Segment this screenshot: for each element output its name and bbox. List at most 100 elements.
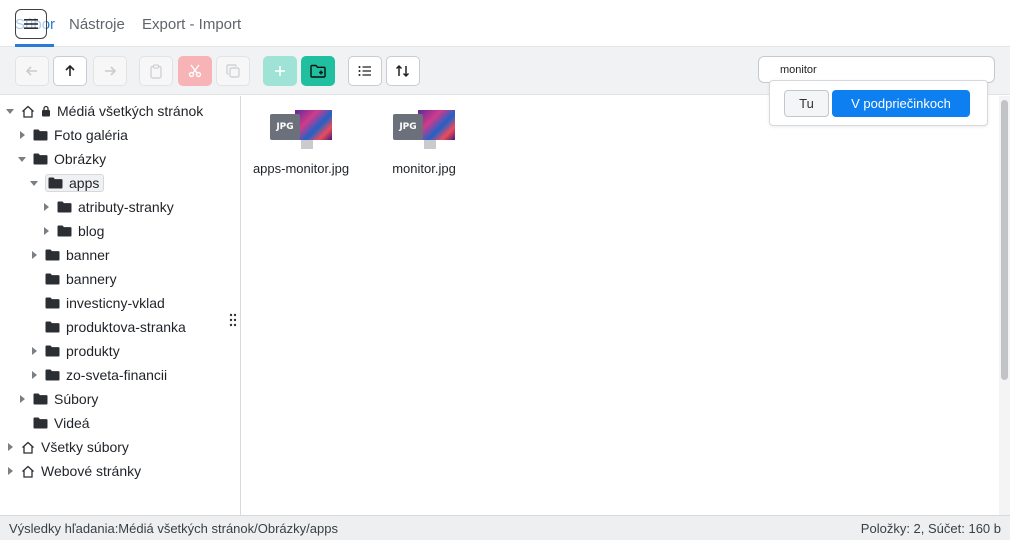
plus-icon	[275, 66, 285, 76]
monitor-image	[418, 110, 455, 140]
tree-item-content[interactable]: Obrázky	[33, 151, 106, 167]
tree-item[interactable]: Médiá všetkých stránok	[5, 100, 203, 122]
folder-tree: Médiá všetkých stránok Foto galéria Obrázk…	[0, 96, 240, 515]
lock-icon	[41, 105, 51, 117]
sort-button[interactable]	[386, 56, 420, 86]
caret-down-icon[interactable]	[5, 106, 15, 116]
monitor-image	[295, 110, 332, 140]
new-file-button[interactable]	[263, 56, 297, 86]
tree-item-label: Obrázky	[54, 151, 107, 167]
caret-right-icon[interactable]	[29, 250, 39, 260]
tree-item-content[interactable]: Foto galéria	[33, 127, 128, 143]
tree-item-content[interactable]: atributy-stranky	[57, 199, 174, 215]
file-item[interactable]: JPG apps-monitor.jpg	[246, 109, 356, 176]
caret-spacer	[17, 418, 27, 428]
tab-export-import[interactable]: Export - Import	[142, 16, 241, 33]
tree-item[interactable]: produkty	[29, 340, 120, 362]
tree-item[interactable]: investicny-vklad	[29, 292, 165, 314]
tree-item-content[interactable]: Médiá všetkých stránok	[21, 103, 203, 119]
arrow-up-icon	[65, 64, 75, 76]
tree-item[interactable]: blog	[41, 220, 104, 242]
home-icon	[21, 465, 35, 478]
tree-item[interactable]: Webové stránky	[5, 460, 141, 482]
tree-item-content[interactable]: produkty	[45, 343, 120, 359]
folder-icon	[33, 417, 48, 429]
tree-item[interactable]: Foto galéria	[17, 124, 128, 146]
folder-icon	[45, 273, 60, 285]
forward-button[interactable]	[93, 56, 127, 86]
tab-nastroje[interactable]: Nástroje	[69, 16, 125, 33]
caret-right-icon[interactable]	[29, 370, 39, 380]
tree-item-content[interactable]: produktova-stranka	[45, 319, 186, 335]
cut-button[interactable]	[178, 56, 212, 86]
folder-icon	[33, 393, 48, 405]
caret-right-icon[interactable]	[17, 394, 27, 404]
tree-item-label: Webové stránky	[41, 463, 142, 479]
tree-item-selected[interactable]: apps	[45, 174, 105, 192]
caret-spacer	[29, 298, 39, 308]
tree-item-content[interactable]: bannery	[45, 271, 117, 287]
tree-item-content[interactable]: blog	[57, 223, 104, 239]
tree-item[interactable]: Všetky súbory	[5, 436, 129, 458]
tree-item-label: zo-sveta-financii	[66, 367, 168, 383]
home-icon	[21, 441, 35, 454]
tree-item[interactable]: bannery	[29, 268, 117, 290]
tree-item-content[interactable]: zo-sveta-financii	[45, 367, 167, 383]
tree-item-label: produkty	[66, 343, 120, 359]
tree-item[interactable]: Videá	[17, 412, 90, 434]
tree-item-label: atributy-stranky	[78, 199, 174, 215]
tree-item-content[interactable]: Webové stránky	[21, 463, 141, 479]
folder-icon	[33, 129, 48, 141]
caret-right-icon[interactable]	[5, 442, 15, 452]
tree-item-label: produktova-stranka	[66, 319, 186, 335]
tree-item[interactable]: atributy-stranky	[41, 196, 174, 218]
folder-icon	[57, 225, 72, 237]
new-folder-button[interactable]	[301, 56, 335, 86]
drag-handle-icon[interactable]	[229, 313, 237, 327]
caret-right-icon[interactable]	[41, 202, 51, 212]
scrollbar-thumb[interactable]	[1001, 100, 1008, 380]
caret-right-icon[interactable]	[41, 226, 51, 236]
tree-item-label: apps	[69, 175, 100, 191]
tree-item-label: Súbory	[54, 391, 99, 407]
caret-down-icon[interactable]	[29, 178, 39, 188]
folder-plus-icon	[310, 64, 326, 78]
tree-item[interactable]: Obrázky	[17, 148, 106, 170]
folder-icon	[45, 321, 60, 333]
tree-item[interactable]: produktova-stranka	[29, 316, 186, 338]
tree-item[interactable]: Súbory	[17, 388, 98, 410]
search-input[interactable]: monitor	[758, 56, 995, 83]
tree-item-content[interactable]: investicny-vklad	[45, 295, 165, 311]
paste-button[interactable]	[139, 56, 173, 86]
tree-item[interactable]: apps	[29, 172, 105, 194]
tree-item-content[interactable]: banner	[45, 247, 110, 263]
caret-spacer	[29, 274, 39, 284]
tree-item[interactable]: zo-sveta-financii	[29, 364, 167, 386]
file-name: apps-monitor.jpg	[252, 161, 350, 176]
file-thumbnail: JPG	[270, 109, 332, 153]
tree-item-content[interactable]: Všetky súbory	[21, 439, 129, 455]
caret-down-icon[interactable]	[17, 154, 27, 164]
tree-item-label: blog	[78, 223, 105, 239]
scissors-icon	[188, 64, 202, 78]
tree-item-content[interactable]: Súbory	[33, 391, 98, 407]
folder-icon	[45, 249, 60, 261]
tree-item[interactable]: banner	[29, 244, 110, 266]
monitor-stand	[301, 140, 313, 149]
vertical-scrollbar[interactable]	[999, 96, 1010, 515]
up-button[interactable]	[53, 56, 87, 86]
caret-right-icon[interactable]	[5, 466, 15, 476]
back-button[interactable]	[15, 56, 49, 86]
file-item[interactable]: JPG monitor.jpg	[369, 109, 479, 176]
view-list-button[interactable]	[348, 56, 382, 86]
caret-right-icon[interactable]	[17, 130, 27, 140]
folder-icon	[33, 153, 48, 165]
folder-icon	[57, 201, 72, 213]
tree-item-label: Všetky súbory	[41, 439, 129, 455]
status-summary: Položky: 2, Súčet: 160 b	[860, 521, 1001, 536]
hamburger-menu-button[interactable]	[15, 9, 47, 39]
tree-item-content[interactable]: Videá	[33, 415, 90, 431]
folder-icon	[48, 177, 63, 189]
caret-right-icon[interactable]	[29, 346, 39, 356]
copy-button[interactable]	[216, 56, 250, 86]
